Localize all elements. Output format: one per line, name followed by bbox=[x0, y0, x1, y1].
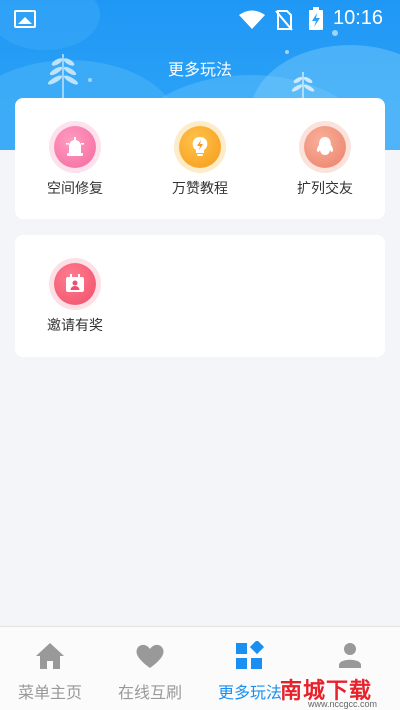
rewards-card: 邀请有奖 bbox=[15, 235, 385, 357]
nav-item-mutual[interactable]: 在线互刷 bbox=[100, 627, 200, 710]
nav-label: 在线互刷 bbox=[117, 683, 182, 702]
grid-diamond-icon bbox=[236, 641, 265, 669]
calendar-user-icon bbox=[54, 263, 96, 305]
features-card: 空间修复 万赞教程 扩列交友 bbox=[15, 98, 385, 219]
watermark-url: www.nccgcc.com bbox=[308, 699, 378, 709]
feature-label: 空间修复 bbox=[47, 181, 103, 197]
page-title: 更多玩法 bbox=[167, 60, 232, 79]
feature-label: 邀请有奖 bbox=[47, 318, 103, 334]
feature-space-repair[interactable]: 空间修复 bbox=[20, 126, 130, 198]
wifi-icon bbox=[239, 10, 265, 29]
status-time: 10:16 bbox=[333, 7, 384, 29]
user-icon bbox=[339, 643, 361, 668]
qq-penguin-icon bbox=[304, 126, 346, 168]
feature-label: 扩列交友 bbox=[297, 181, 353, 197]
watermark-logo: 南城下载 www.nccgcc.com bbox=[278, 672, 400, 710]
dot-decor-icon bbox=[285, 50, 289, 54]
feature-invite-reward[interactable]: 邀请有奖 bbox=[20, 263, 130, 335]
nav-item-home[interactable]: 菜单主页 bbox=[0, 627, 100, 710]
no-sim-icon bbox=[275, 10, 293, 31]
home-icon bbox=[36, 643, 64, 669]
nav-label: 菜单主页 bbox=[17, 683, 82, 702]
feature-make-friends[interactable]: 扩列交友 bbox=[270, 126, 380, 198]
siren-icon bbox=[54, 126, 96, 168]
status-bar: 10:16 bbox=[0, 0, 400, 38]
heart-icon bbox=[136, 644, 164, 668]
bulb-icon bbox=[179, 126, 221, 168]
image-icon bbox=[14, 10, 36, 28]
feature-label: 万赞教程 bbox=[172, 181, 228, 197]
battery-charging-icon bbox=[309, 7, 323, 30]
feature-like-tutorial[interactable]: 万赞教程 bbox=[145, 126, 255, 198]
